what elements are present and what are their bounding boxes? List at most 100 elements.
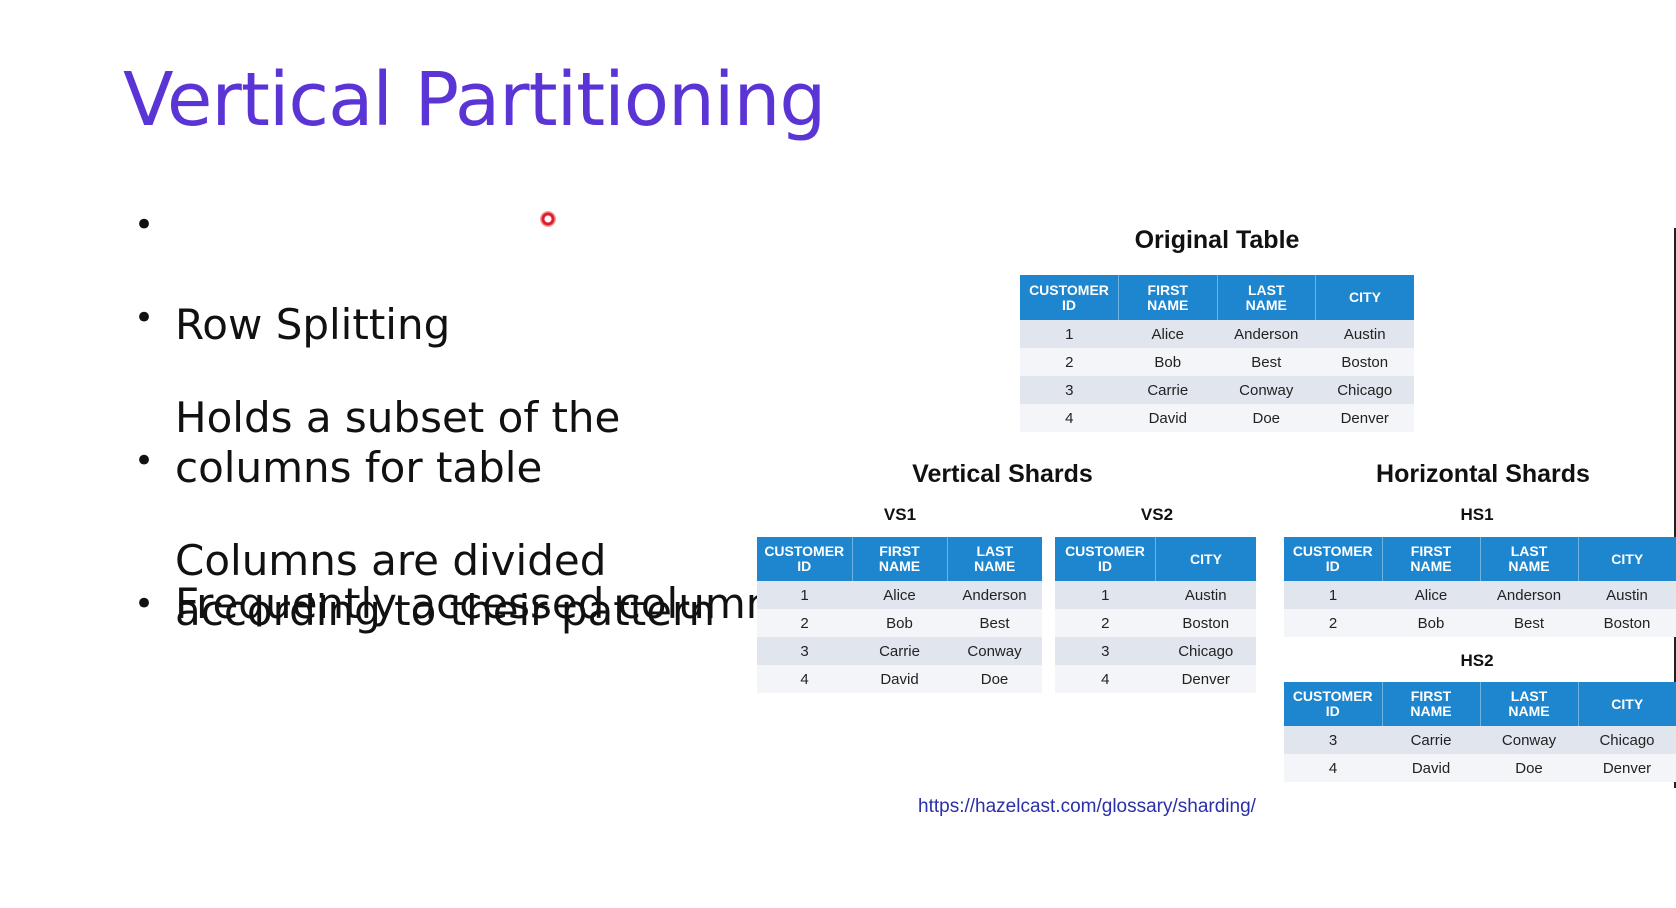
table-row: 2 Bob Best Boston: [1284, 609, 1676, 637]
horizontal-shards-heading: Horizontal Shards: [1376, 460, 1590, 488]
original-table-heading: Original Table: [1134, 226, 1300, 254]
table-cell: Denver: [1155, 665, 1256, 693]
vertical-shards-heading: Vertical Shards: [912, 460, 1093, 488]
table-cell: Austin: [1155, 581, 1256, 609]
vs1-table: CUSTOMER ID FIRST NAME LAST NAME 1 Alice Ande…: [757, 537, 1042, 693]
column-header: LAST NAME: [1217, 275, 1316, 320]
column-header: FIRST NAME: [1118, 275, 1218, 320]
table-cell: Doe: [947, 665, 1042, 693]
table-cell: 2: [1020, 348, 1119, 376]
table-row: 3 Carrie Conway Chicago: [1284, 726, 1676, 754]
source-link[interactable]: https://hazelcast.com/glossary/sharding/: [918, 796, 1256, 818]
hs2-table: CUSTOMER ID FIRST NAME LAST NAME CITY 3 Carri…: [1284, 682, 1676, 782]
table-cell: Conway: [1480, 726, 1578, 754]
table-row: 3 Carrie Conway Chicago: [1020, 376, 1414, 404]
slide: Vertical Partitioning • Row Splitting • …: [0, 0, 1676, 908]
table-cell: 4: [1284, 754, 1382, 782]
hs1-table: CUSTOMER ID FIRST NAME LAST NAME CITY 1 Alice…: [1284, 537, 1676, 637]
original-table: CUSTOMER ID FIRST NAME LAST NAME CITY 1 Alice…: [1020, 275, 1414, 432]
table-cell: 4: [1020, 404, 1119, 432]
bullet-dot: •: [134, 298, 155, 338]
table-row: 4 David Doe: [757, 665, 1042, 693]
table-cell: Boston: [1315, 348, 1414, 376]
table-cell: Best: [1217, 348, 1316, 376]
table-cell: Best: [1480, 609, 1578, 637]
table-header-row: CUSTOMER ID FIRST NAME LAST NAME CITY: [1284, 537, 1676, 581]
hs1-label: HS1: [1460, 505, 1494, 524]
table-row: 2 Bob Best Boston: [1020, 348, 1414, 376]
table-cell: Denver: [1578, 754, 1676, 782]
bullet-dot: •: [134, 205, 155, 245]
table-cell: 1: [1055, 581, 1156, 609]
table-cell: 1: [1020, 320, 1119, 348]
table-cell: Austin: [1578, 581, 1676, 609]
table-cell: Chicago: [1315, 376, 1414, 404]
table-header-row: CUSTOMER ID FIRST NAME LAST NAME CITY: [1284, 682, 1676, 726]
table-header-row: CUSTOMER ID CITY: [1055, 537, 1256, 581]
table-cell: 4: [757, 665, 852, 693]
table-cell: Austin: [1315, 320, 1414, 348]
table-cell: Boston: [1155, 609, 1256, 637]
bullet-text: Frequently accessed columns: [175, 579, 795, 628]
column-header: CUSTOMER ID: [1284, 537, 1383, 581]
vs2-label: VS2: [1140, 505, 1174, 524]
table-cell: Bob: [852, 609, 947, 637]
table-cell: Denver: [1315, 404, 1414, 432]
table-cell: 2: [1055, 609, 1156, 637]
column-header: LAST NAME: [1480, 682, 1579, 726]
slide-title: Vertical Partitioning: [123, 57, 826, 143]
table-cell: 3: [1055, 637, 1156, 665]
table-cell: Doe: [1217, 404, 1316, 432]
table-cell: Alice: [1118, 320, 1217, 348]
table-cell: Chicago: [1578, 726, 1676, 754]
column-header: CUSTOMER ID: [757, 537, 853, 581]
table-row: 3 Chicago: [1055, 637, 1256, 665]
table-header-row: CUSTOMER ID FIRST NAME LAST NAME: [757, 537, 1042, 581]
table-row: 2 Boston: [1055, 609, 1256, 637]
table-row: 1 Alice Anderson: [757, 581, 1042, 609]
bullet-dot: •: [134, 441, 155, 481]
table-cell: Carrie: [1118, 376, 1217, 404]
column-header: FIRST NAME: [852, 537, 948, 581]
table-cell: Conway: [947, 637, 1042, 665]
table-row: 4 Denver: [1055, 665, 1256, 693]
column-header: CITY: [1578, 682, 1676, 726]
table-row: 4 David Doe Denver: [1284, 754, 1676, 782]
table-cell: 1: [1284, 581, 1382, 609]
column-header: CITY: [1155, 537, 1256, 581]
table-row: 1 Alice Anderson Austin: [1284, 581, 1676, 609]
table-cell: 1: [757, 581, 852, 609]
table-cell: Alice: [1382, 581, 1480, 609]
table-cell: Alice: [852, 581, 947, 609]
table-cell: David: [852, 665, 947, 693]
bullet-dot: •: [134, 584, 155, 624]
table-row: 3 Carrie Conway: [757, 637, 1042, 665]
table-cell: 2: [757, 609, 852, 637]
bullet-item: • Frequently accessed columns: [134, 579, 794, 629]
table-cell: 3: [757, 637, 852, 665]
table-cell: Doe: [1480, 754, 1578, 782]
table-cell: 4: [1055, 665, 1156, 693]
vs2-table: CUSTOMER ID CITY 1 Austin 2 Boston 3 Chicago 4 De…: [1055, 537, 1256, 693]
table-cell: Bob: [1118, 348, 1217, 376]
table-row: 4 David Doe Denver: [1020, 404, 1414, 432]
table-header-row: CUSTOMER ID FIRST NAME LAST NAME CITY: [1020, 275, 1414, 320]
table-row: 1 Austin: [1055, 581, 1256, 609]
table-row: 2 Bob Best: [757, 609, 1042, 637]
laser-pointer-icon: [540, 211, 556, 227]
table-row: 1 Alice Anderson Austin: [1020, 320, 1414, 348]
column-header: FIRST NAME: [1382, 682, 1481, 726]
table-cell: Conway: [1217, 376, 1316, 404]
table-cell: Anderson: [1217, 320, 1316, 348]
column-header: CITY: [1315, 275, 1414, 320]
table-cell: 3: [1284, 726, 1382, 754]
column-header: CUSTOMER ID: [1020, 275, 1119, 320]
table-cell: Bob: [1382, 609, 1480, 637]
vs1-label: VS1: [883, 505, 917, 524]
table-cell: Anderson: [947, 581, 1042, 609]
column-header: CUSTOMER ID: [1284, 682, 1383, 726]
table-cell: Anderson: [1480, 581, 1578, 609]
table-cell: Best: [947, 609, 1042, 637]
column-header: LAST NAME: [1480, 537, 1579, 581]
table-cell: 2: [1284, 609, 1382, 637]
